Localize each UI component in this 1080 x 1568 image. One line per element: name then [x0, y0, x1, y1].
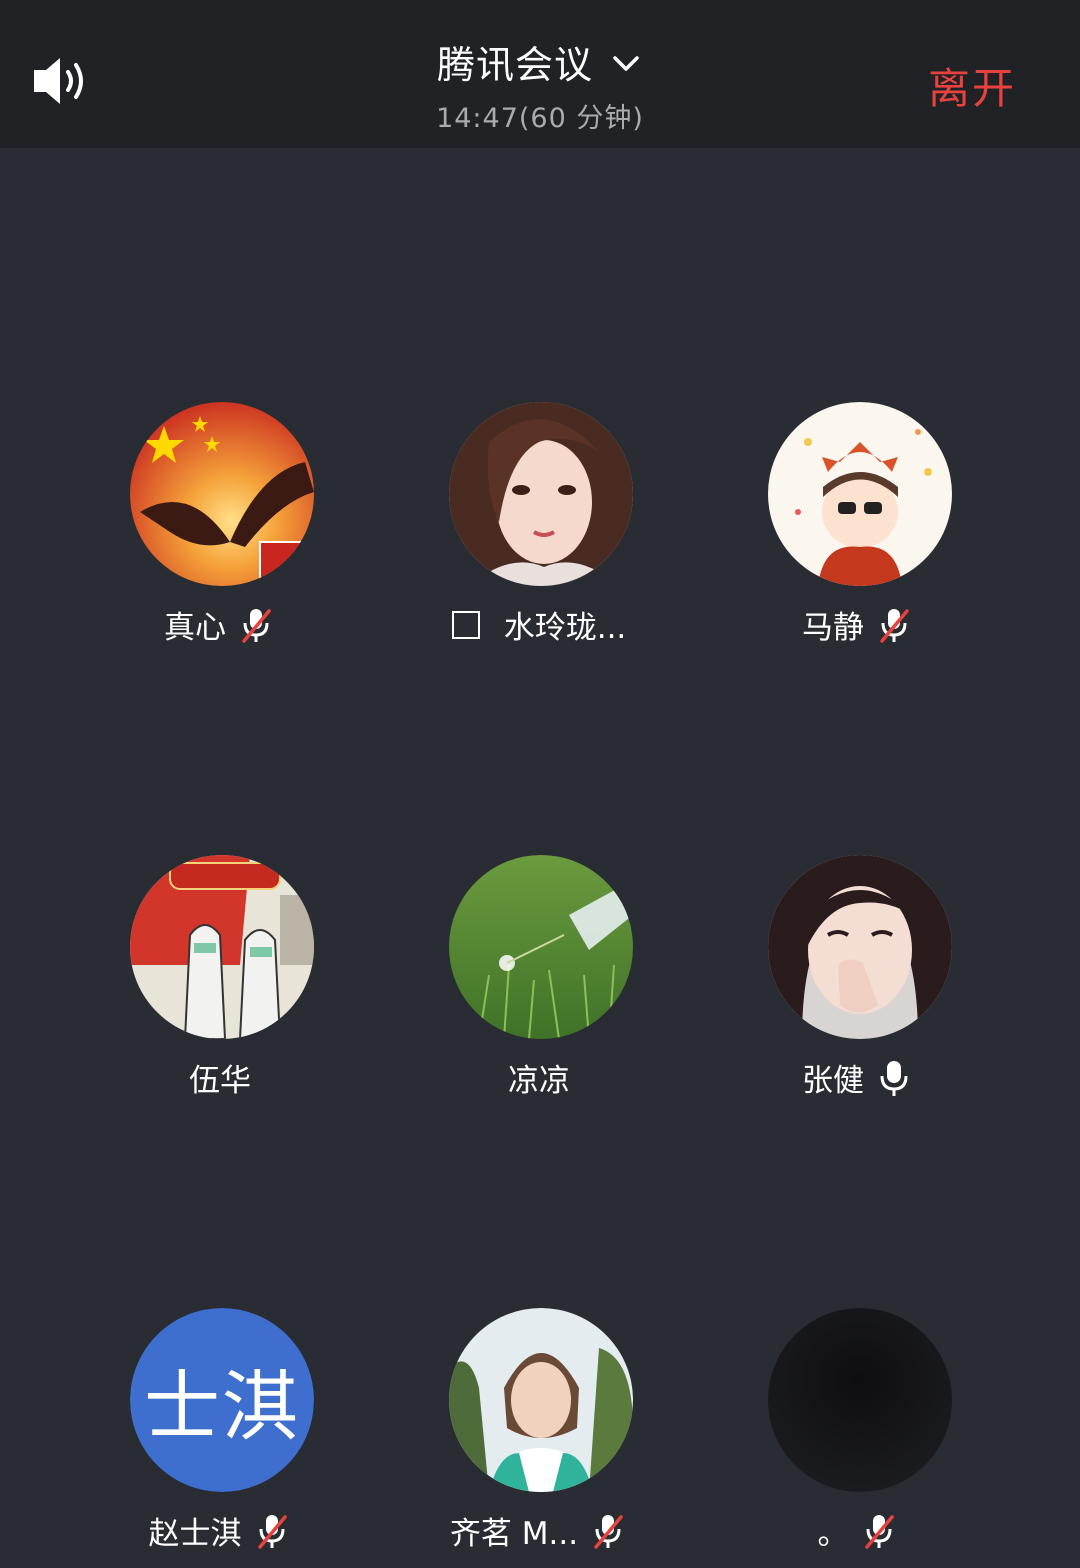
- avatar: 士淇: [130, 1308, 314, 1492]
- avatar: [130, 855, 314, 1039]
- avatar: [130, 402, 314, 586]
- mic-icon: [874, 1058, 914, 1098]
- participant-name-row: 赵士淇: [70, 1508, 370, 1553]
- checkbox-icon[interactable]: [451, 610, 480, 639]
- participant-name: 真心: [164, 610, 226, 646]
- participant-name-row: 齐茗 M...: [389, 1508, 689, 1553]
- participant-name: 。: [817, 1516, 849, 1552]
- avatar: [768, 1308, 952, 1492]
- avatar: [449, 855, 633, 1039]
- mic-muted-icon: [236, 605, 276, 645]
- avatar: [449, 1308, 633, 1492]
- participant-name: 赵士淇: [148, 1516, 242, 1552]
- participant-grid: 真心 水玲珑... 马静 伍华 凉凉 张健 士淇 赵士淇 齐茗 M... 。: [0, 0, 1080, 1565]
- participant-tile[interactable]: 士淇 赵士淇: [70, 1308, 370, 1568]
- participant-tile[interactable]: 凉凉: [389, 855, 689, 1115]
- participant-name: 马静: [802, 610, 864, 646]
- participant-name-row: 马静: [708, 602, 1008, 647]
- participant-name: 水玲珑...: [503, 610, 627, 646]
- participant-tile[interactable]: 。: [708, 1308, 1008, 1568]
- participant-name: 齐茗 M...: [449, 1516, 579, 1552]
- mic-muted-icon: [859, 1511, 899, 1551]
- participant-tile[interactable]: 真心: [70, 402, 370, 662]
- avatar: [768, 402, 952, 586]
- participant-tile[interactable]: 张健: [708, 855, 1008, 1115]
- participant-tile[interactable]: 齐茗 M...: [389, 1308, 689, 1568]
- participant-name-row: 张健: [708, 1055, 1008, 1100]
- participant-tile[interactable]: 马静: [708, 402, 1008, 662]
- participant-name: 张健: [802, 1063, 864, 1099]
- participant-name: 凉凉: [508, 1063, 570, 1099]
- avatar-initials: 士淇: [130, 1308, 314, 1492]
- participant-name-row: 伍华: [70, 1055, 370, 1100]
- participant-name-row: 真心: [70, 602, 370, 647]
- participant-tile[interactable]: 伍华: [70, 855, 370, 1115]
- mic-muted-icon: [252, 1511, 292, 1551]
- avatar: [768, 855, 952, 1039]
- participant-name-row: 。: [708, 1508, 1008, 1553]
- participant-tile[interactable]: 水玲珑...: [389, 402, 689, 662]
- participant-name-row: 凉凉: [389, 1055, 689, 1100]
- participant-name-row: 水玲珑...: [389, 602, 689, 647]
- avatar: [449, 402, 633, 586]
- mic-muted-icon: [874, 605, 914, 645]
- mic-muted-icon: [588, 1511, 628, 1551]
- participant-name: 伍华: [189, 1063, 251, 1099]
